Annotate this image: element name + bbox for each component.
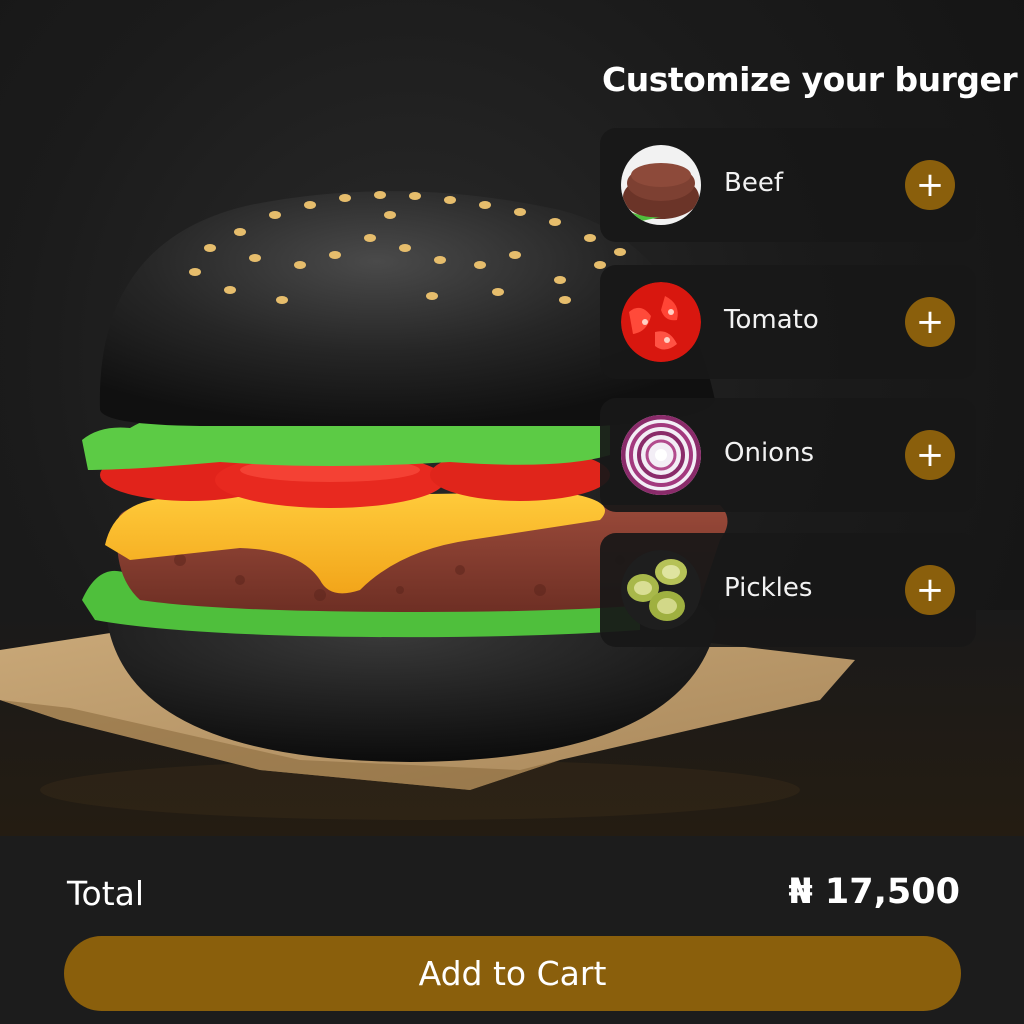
add-beef-button[interactable]: + <box>905 160 955 210</box>
total-label: Total <box>67 874 145 913</box>
pickles-thumbnail <box>621 550 701 630</box>
customize-title: Customize your burger <box>602 60 1018 99</box>
add-onions-button[interactable]: + <box>905 430 955 480</box>
tomato-thumbnail <box>621 282 701 362</box>
ingredient-card-pickles: Pickles + <box>600 533 976 647</box>
ingredient-card-onions: Onions + <box>600 398 976 512</box>
ingredient-label: Onions <box>724 438 815 468</box>
plus-icon: + <box>915 435 945 475</box>
ingredient-card-beef: Beef + <box>600 128 976 242</box>
plus-icon: + <box>915 302 945 342</box>
burger-customize-screen: Customize your burger Beef + Tomato + On… <box>0 0 1024 1024</box>
plus-icon: + <box>915 570 945 610</box>
ingredient-label: Tomato <box>724 305 819 335</box>
add-tomato-button[interactable]: + <box>905 297 955 347</box>
add-to-cart-button[interactable]: Add to Cart <box>64 936 961 1011</box>
onion-thumbnail <box>621 415 701 495</box>
plus-icon: + <box>915 165 945 205</box>
total-price: ₦ 17,500 <box>788 872 960 912</box>
beef-thumbnail <box>621 145 701 225</box>
add-pickles-button[interactable]: + <box>905 565 955 615</box>
ingredient-label: Beef <box>724 168 783 198</box>
ingredient-label: Pickles <box>724 573 813 603</box>
order-summary-panel: Total ₦ 17,500 Add to Cart <box>0 836 1024 1024</box>
ingredient-card-tomato: Tomato + <box>600 265 976 379</box>
